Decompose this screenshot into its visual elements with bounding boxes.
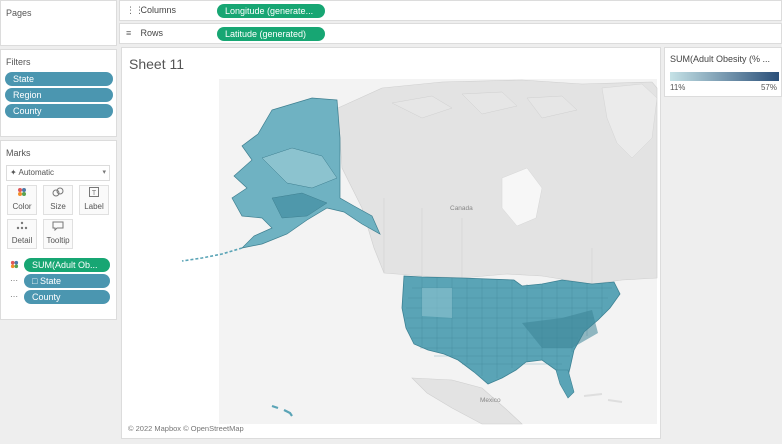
map-canvas[interactable]: Canada Mexico [122,48,660,438]
detail-button[interactable]: Detail [7,219,37,249]
state-detail-label: State [39,276,61,286]
mark-type-value: Automatic [18,168,55,177]
filters-shelf[interactable]: Filters State Region County [0,49,117,137]
columns-icon: ⋮⋮ [126,5,144,15]
map-attribution[interactable]: © 2022 Mapbox © OpenStreetMap [128,424,244,433]
state-detail-pill[interactable]: □ State [24,274,110,288]
label-button[interactable]: T Label [79,185,109,215]
mexico-label: Mexico [480,397,501,404]
tooltip-label: Tooltip [46,236,70,245]
color-label: Color [12,202,32,211]
county-field-row: ⋯ County [9,290,114,304]
northwest-light-region [422,288,452,318]
marks-title: Marks [6,148,31,158]
state-field-row: ⋯ □ State [9,274,114,288]
legend-title: SUM(Adult Obesity (% ... [670,54,771,64]
detail-icon [8,220,36,236]
color-legend[interactable]: SUM(Adult Obesity (% ... 11% 57% [664,47,782,97]
sheet-title: Sheet 11 [129,56,185,72]
map-mark-icon: ✦ [10,168,17,177]
label-icon: T [80,186,108,202]
color-button[interactable]: Color [7,185,37,215]
filter-region-pill[interactable]: Region [5,88,113,102]
legend-gradient [670,72,779,81]
filter-county-pill[interactable]: County [5,104,113,118]
size-label: Size [50,202,66,211]
detail-icon: ⋯ [10,276,18,285]
size-icon [44,186,72,202]
pages-title: Pages [6,8,32,18]
rows-shelf[interactable]: ≡ Rows Latitude (generated) [119,23,782,44]
filter-state-pill[interactable]: State [5,72,113,86]
legend-min-label: 11% [670,83,686,92]
detail-icon: ⋯ [10,292,18,301]
sum-adult-obesity-pill[interactable]: SUM(Adult Ob... [24,258,110,272]
color-icon [9,260,19,270]
mark-type-select[interactable]: ✦ Automatic ▾ [6,165,110,181]
latitude-pill[interactable]: Latitude (generated) [217,27,325,41]
chevron-down-icon: ▾ [102,169,106,176]
collapse-icon: □ [32,276,38,286]
columns-shelf[interactable]: ⋮⋮ Columns Longitude (generate... [119,0,782,21]
size-button[interactable]: Size [43,185,73,215]
longitude-pill[interactable]: Longitude (generate... [217,4,325,18]
filters-title: Filters [6,57,31,67]
columns-label: Columns [140,5,177,15]
tooltip-icon [44,220,72,236]
tooltip-button[interactable]: Tooltip [43,219,73,249]
legend-max-label: 57% [760,83,777,92]
sheet-view[interactable]: Canada Mexico Sheet 11 © 2022 Mapbox © O… [121,47,661,439]
canada-label: Canada [450,205,473,212]
detail-label: Detail [11,236,33,245]
rows-icon: ≡ [126,28,132,38]
svg-text:T: T [92,190,97,197]
county-detail-pill[interactable]: County [24,290,110,304]
marks-card: Marks ✦ Automatic ▾ Color Size T Label D… [0,140,117,320]
pages-shelf[interactable]: Pages [0,0,117,46]
color-field-row: SUM(Adult Ob... [9,258,114,272]
rows-label: Rows [140,28,164,38]
color-icon [8,186,36,202]
label-label: Label [84,202,104,211]
